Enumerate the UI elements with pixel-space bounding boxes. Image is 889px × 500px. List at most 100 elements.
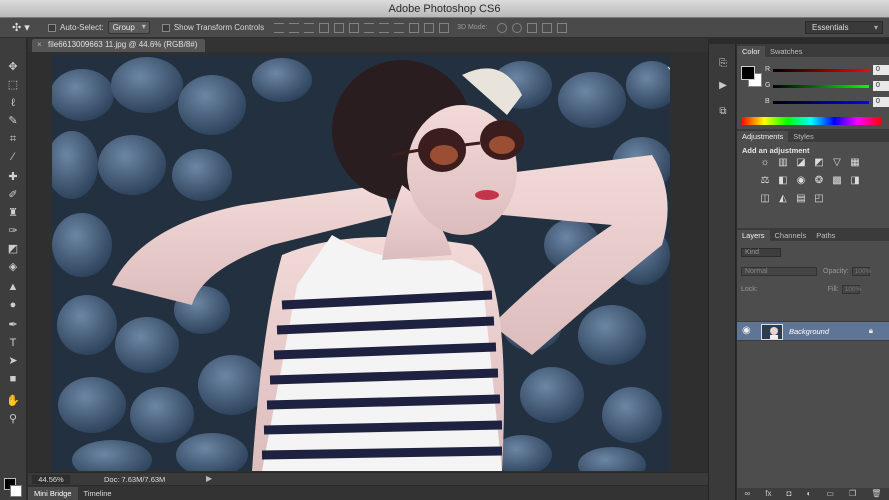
delete-layer-icon[interactable]: 🗑︎ xyxy=(871,488,881,500)
layer-name[interactable]: Background xyxy=(789,327,829,336)
auto-select-option[interactable]: Auto-Select: Group xyxy=(48,21,150,34)
new-layer-icon[interactable]: ❐ xyxy=(849,488,856,500)
zoom-field[interactable]: 44.56% xyxy=(32,474,70,484)
red-value-field[interactable]: 0 xyxy=(873,65,889,75)
document-image[interactable] xyxy=(52,55,670,471)
tab-layers[interactable]: Layers xyxy=(737,230,770,241)
distribute-left-icon[interactable] xyxy=(409,22,420,33)
3d-rotate-icon[interactable] xyxy=(497,22,508,33)
pen-tool[interactable]: ✒ xyxy=(5,318,21,332)
marquee-tool[interactable]: ⬚ xyxy=(5,78,21,92)
quick-selection-tool[interactable]: ✎ xyxy=(5,114,21,128)
doc-size-info[interactable]: Doc: 7.63M/7.63M xyxy=(104,475,165,484)
blur-tool[interactable]: ▲ xyxy=(5,280,21,294)
posterize-icon[interactable]: ◫ xyxy=(759,193,771,205)
crop-tool[interactable]: ⌗ xyxy=(5,132,21,146)
3d-slide-icon[interactable] xyxy=(542,22,553,33)
eraser-tool[interactable]: ◩ xyxy=(5,242,21,256)
healing-brush-tool[interactable]: ✚ xyxy=(5,170,21,184)
auto-select-checkbox[interactable] xyxy=(48,23,56,32)
align-top-icon[interactable] xyxy=(274,22,285,33)
workspace-switcher[interactable]: Essentials xyxy=(805,21,883,34)
show-transform-option[interactable]: Show Transform Controls xyxy=(161,23,264,32)
blue-value-field[interactable]: 0 xyxy=(873,97,889,107)
show-transform-checkbox[interactable] xyxy=(161,23,170,32)
dodge-tool[interactable]: ● xyxy=(5,298,21,312)
actions-play-icon[interactable]: ▶ xyxy=(717,80,729,92)
layer-kind-filter[interactable]: Kind xyxy=(741,247,781,257)
distribute-top-icon[interactable] xyxy=(364,22,375,33)
properties-icon[interactable]: ⧉ xyxy=(717,106,729,118)
black-white-icon[interactable]: ◧ xyxy=(777,175,789,187)
align-vcenter-icon[interactable] xyxy=(289,22,300,33)
tab-color[interactable]: Color xyxy=(737,46,765,57)
panel-foreground-swatch[interactable] xyxy=(741,66,755,80)
history-brush-tool[interactable]: ✑ xyxy=(5,224,21,238)
hand-tool[interactable]: ✋ xyxy=(5,394,21,408)
gradient-map-icon[interactable]: ▤ xyxy=(795,193,807,205)
status-menu-arrow-icon[interactable]: ▶ xyxy=(206,474,212,483)
layer-background[interactable]: ◉ Background 🔒︎ xyxy=(737,321,889,341)
tab-paths[interactable]: Paths xyxy=(811,230,840,241)
distribute-hcenter-icon[interactable] xyxy=(424,22,435,33)
threshold-icon[interactable]: ◭ xyxy=(777,193,789,205)
red-slider[interactable]: R 0 xyxy=(765,65,889,77)
align-right-icon[interactable] xyxy=(349,22,360,33)
zoom-tool[interactable]: ⚲ xyxy=(5,412,21,426)
color-balance-icon[interactable]: ⚖ xyxy=(759,175,771,187)
move-tool-icon[interactable]: ✣ ▾ xyxy=(0,18,40,38)
tab-channels[interactable]: Channels xyxy=(770,230,812,241)
color-spectrum-ramp[interactable] xyxy=(741,117,881,125)
new-group-icon[interactable]: ▭ xyxy=(826,488,834,500)
add-mask-icon[interactable]: ◘ xyxy=(787,488,792,500)
path-selection-tool[interactable]: ➤ xyxy=(5,354,21,368)
align-hcenter-icon[interactable] xyxy=(334,22,345,33)
green-slider-track[interactable] xyxy=(773,85,869,88)
hue-saturation-icon[interactable]: ▦ xyxy=(849,157,861,169)
layer-style-icon[interactable]: fx xyxy=(765,488,771,500)
red-slider-track[interactable] xyxy=(773,69,869,72)
color-lookup-icon[interactable]: ▩ xyxy=(831,175,843,187)
exposure-icon[interactable]: ◩ xyxy=(813,157,825,169)
selective-color-icon[interactable]: ◰ xyxy=(813,193,825,205)
tab-styles[interactable]: Styles xyxy=(788,131,818,142)
eyedropper-tool[interactable]: ⁄ xyxy=(5,150,21,164)
paint-bucket-tool[interactable]: ◈ xyxy=(5,260,21,274)
tab-mini-bridge[interactable]: Mini Bridge xyxy=(28,487,78,500)
3d-scale-icon[interactable] xyxy=(557,22,568,33)
tab-adjustments[interactable]: Adjustments xyxy=(737,131,789,142)
align-left-icon[interactable] xyxy=(319,22,330,33)
tab-timeline[interactable]: Timeline xyxy=(78,487,118,500)
channel-mixer-icon[interactable]: ❂ xyxy=(813,175,825,187)
distribute-bottom-icon[interactable] xyxy=(394,22,405,33)
levels-icon[interactable]: ▥ xyxy=(777,157,789,169)
brightness-contrast-icon[interactable]: ☼ xyxy=(759,157,771,169)
vibrance-icon[interactable]: ▽ xyxy=(831,157,843,169)
link-layers-icon[interactable]: ∞ xyxy=(745,488,751,500)
invert-icon[interactable]: ◨ xyxy=(849,175,861,187)
distribute-right-icon[interactable] xyxy=(439,22,450,33)
align-bottom-icon[interactable] xyxy=(304,22,315,33)
tab-swatches[interactable]: Swatches xyxy=(765,46,808,57)
lasso-tool[interactable]: ℓ xyxy=(5,96,21,110)
curves-icon[interactable]: ◪ xyxy=(795,157,807,169)
blend-mode-select[interactable]: Normal xyxy=(741,266,817,276)
new-adjustment-layer-icon[interactable]: ◐ xyxy=(807,488,812,500)
document-tab[interactable]: × file6613009663 11.jpg @ 44.6% (RGB/8#) xyxy=(32,39,206,52)
fill-field[interactable]: 100% xyxy=(841,284,861,294)
blue-slider[interactable]: B 0 xyxy=(765,97,889,109)
background-color-swatch[interactable] xyxy=(10,485,22,497)
visibility-eye-icon[interactable]: ◉ xyxy=(742,325,751,336)
type-tool[interactable]: T xyxy=(5,336,21,350)
auto-select-dropdown[interactable]: Group xyxy=(107,21,150,34)
3d-drag-icon[interactable] xyxy=(527,22,538,33)
opacity-field[interactable]: 100% xyxy=(851,266,871,276)
green-value-field[interactable]: 0 xyxy=(873,81,889,91)
green-slider[interactable]: G 0 xyxy=(765,81,889,93)
close-icon[interactable]: × xyxy=(37,40,42,49)
brush-tool[interactable]: ✐ xyxy=(5,188,21,202)
clone-stamp-tool[interactable]: ♜ xyxy=(5,206,21,220)
photo-filter-icon[interactable]: ◉ xyxy=(795,175,807,187)
distribute-vcenter-icon[interactable] xyxy=(379,22,390,33)
history-icon[interactable]: ⎘ xyxy=(717,58,729,70)
